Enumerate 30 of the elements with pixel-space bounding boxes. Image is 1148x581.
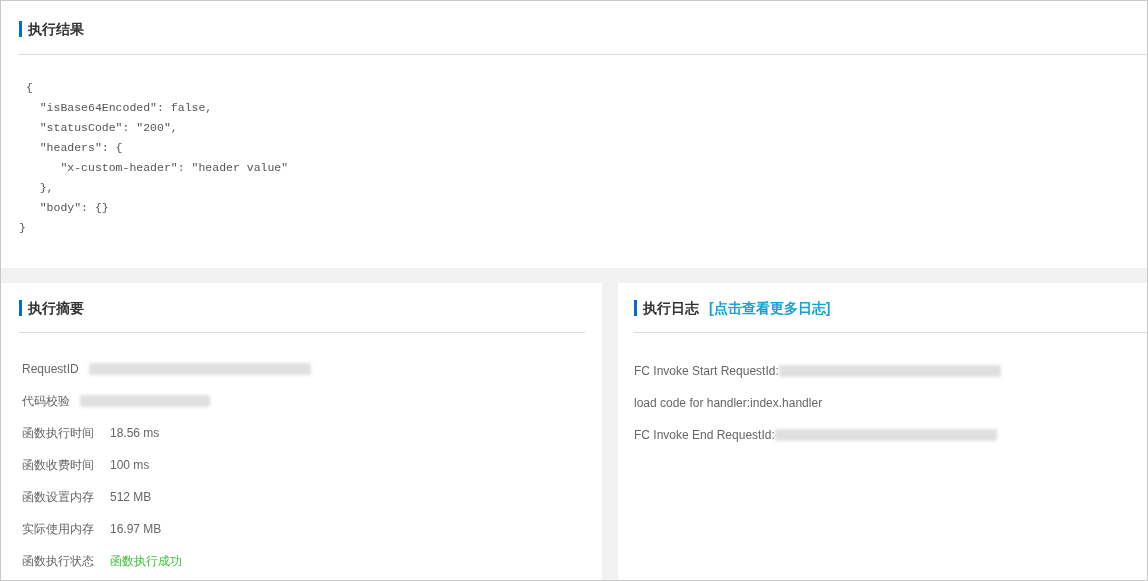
code-line: {	[24, 80, 33, 96]
field-label: 函数执行时间	[22, 425, 95, 442]
accent-bar	[19, 300, 22, 316]
code-line: "isBase64Encoded": false,	[38, 100, 213, 116]
field-value: 18.56 ms	[110, 425, 160, 442]
accent-bar	[634, 300, 637, 316]
field-label: 实际使用内存	[22, 521, 95, 538]
field-value: 512 MB	[110, 489, 152, 506]
log-line: load code for handler:index.handler	[634, 395, 823, 412]
field-label: 函数设置内存	[22, 489, 95, 506]
log-line: FC Invoke End RequestId:	[634, 427, 775, 444]
field-label: RequestID	[22, 361, 79, 378]
code-line: "x-custom-header": "header value"	[59, 160, 289, 176]
code-line: "statusCode": "200",	[38, 120, 178, 136]
code-line: },	[38, 180, 54, 196]
status-value: 函数执行成功	[110, 553, 182, 570]
code-line: "body": {}	[38, 200, 109, 216]
accent-bar	[19, 21, 22, 37]
field-value: 16.97 MB	[110, 521, 162, 538]
field-label: 代码校验	[22, 393, 70, 410]
section-title: 执行结果	[28, 19, 84, 39]
field-label: 函数执行状态	[22, 553, 95, 570]
code-line: "headers": {	[38, 140, 123, 156]
field-label: 函数收费时间	[22, 457, 95, 474]
code-line: }	[19, 220, 26, 236]
field-value: 100 ms	[110, 457, 150, 474]
section-title: 执行日志	[643, 298, 699, 318]
log-line: FC Invoke Start RequestId:	[634, 363, 779, 380]
section-title: 执行摘要	[28, 298, 84, 318]
more-logs-link[interactable]: [点击查看更多日志]	[709, 297, 831, 319]
